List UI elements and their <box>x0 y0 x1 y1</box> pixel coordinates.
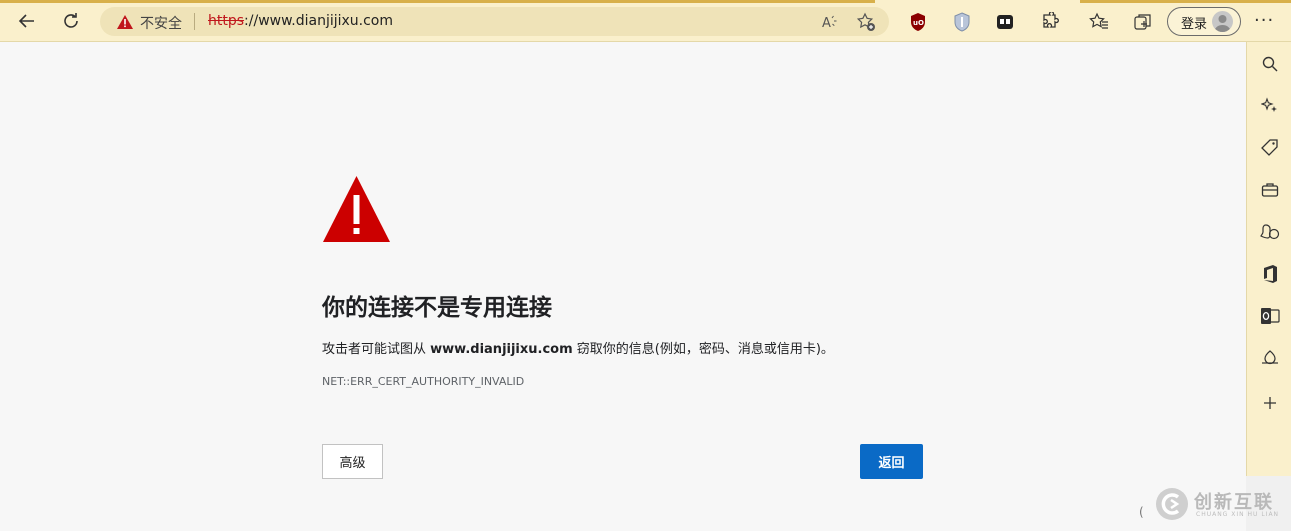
desc-domain: www.dianjijixu.com <box>430 342 573 357</box>
corner-glyph: ( <box>1139 505 1144 519</box>
watermark-icon <box>1156 488 1188 520</box>
shopping-tag-icon[interactable] <box>1259 137 1281 159</box>
desc-suffix: 窃取你的信息(例如，密码、消息或信用卡)。 <box>572 342 834 357</box>
back-button[interactable]: 返回 <box>860 444 923 479</box>
warning-icon <box>322 175 391 247</box>
avatar-icon <box>1212 11 1233 32</box>
shield-extension-icon[interactable] <box>951 11 973 33</box>
not-secure-warning-icon[interactable] <box>116 14 134 34</box>
refresh-icon[interactable] <box>58 8 84 34</box>
copilot-icon[interactable] <box>1259 95 1281 117</box>
read-aloud-icon[interactable]: A <box>820 12 840 32</box>
login-label: 登录 <box>1181 17 1208 32</box>
favorites-icon[interactable] <box>1088 11 1110 33</box>
add-icon[interactable] <box>1259 392 1281 414</box>
error-code: NET::ERR_CERT_AUTHORITY_INVALID <box>322 375 525 388</box>
back-icon[interactable] <box>14 8 40 34</box>
drop-icon[interactable] <box>1259 347 1281 369</box>
svg-text:A: A <box>822 16 831 30</box>
advanced-button[interactable]: 高级 <box>322 444 383 479</box>
edge-sidebar <box>1246 42 1291 476</box>
url-scheme: https <box>208 13 245 29</box>
ublock-icon[interactable]: uO <box>907 11 929 33</box>
outlook-icon[interactable] <box>1259 305 1281 327</box>
security-status-label[interactable]: 不安全 <box>140 13 182 33</box>
watermark-subtext: CHUANG XIN HU LIAN <box>1196 511 1280 518</box>
url-host: ://www.dianjijixu.com <box>244 13 394 29</box>
collections-icon[interactable] <box>1132 11 1154 33</box>
url-text[interactable]: https://www.dianjijixu.com <box>208 13 393 29</box>
login-button[interactable]: 登录 <box>1167 7 1241 36</box>
tools-icon[interactable] <box>1259 179 1281 201</box>
office-icon[interactable] <box>1259 263 1281 285</box>
address-divider <box>194 13 195 30</box>
search-icon[interactable] <box>1259 53 1281 75</box>
tab-extension-icon[interactable] <box>994 11 1016 33</box>
desc-prefix: 攻击者可能试图从 <box>322 342 431 357</box>
error-heading: 你的连接不是专用连接 <box>322 295 552 321</box>
browser-toolbar: 不安全 https://www.dianjijixu.com A uO 登录 ·… <box>0 0 1291 42</box>
extensions-icon[interactable] <box>1039 11 1061 33</box>
svg-text:uO: uO <box>913 19 924 27</box>
error-description: 攻击者可能试图从 www.dianjijixu.com 窃取你的信息(例如，密码… <box>322 338 834 357</box>
more-menu-button[interactable]: ··· <box>1254 10 1274 31</box>
watermark-logo: 创新互联 CHUANG XIN HU LIAN <box>1154 484 1286 524</box>
games-icon[interactable] <box>1259 221 1281 243</box>
add-favorite-icon[interactable] <box>856 12 876 32</box>
